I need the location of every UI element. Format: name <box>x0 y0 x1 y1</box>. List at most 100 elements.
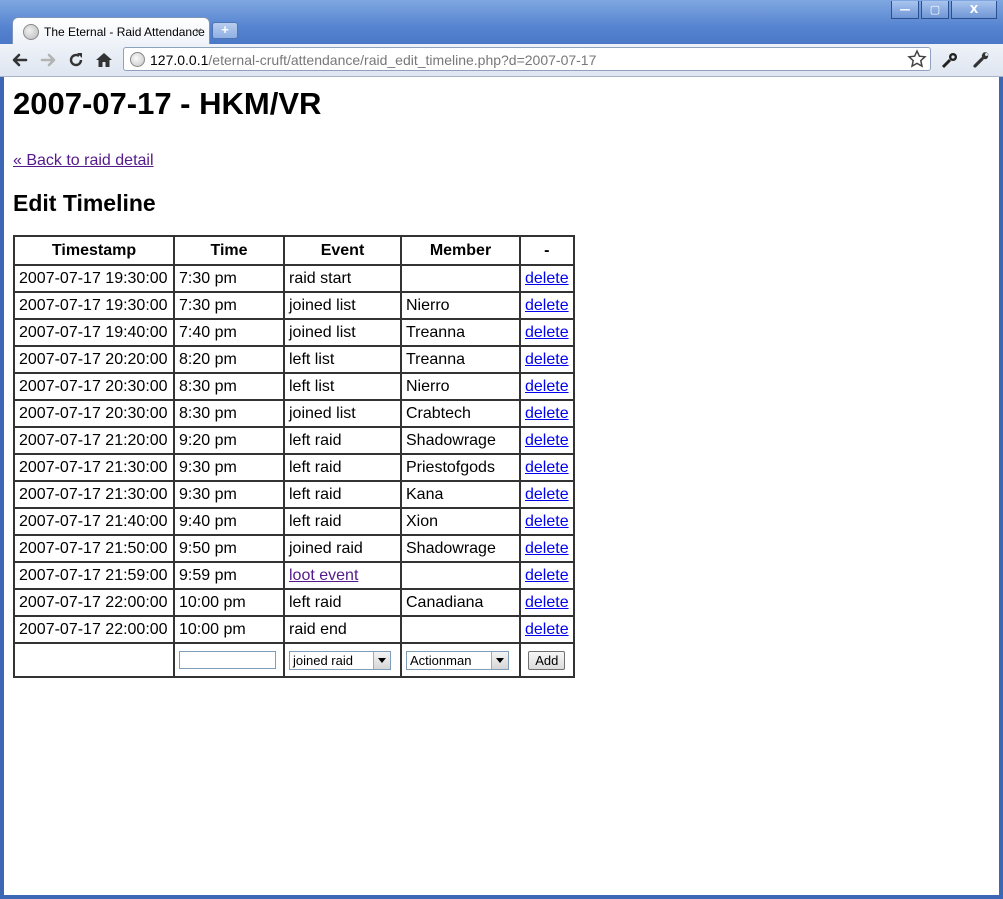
url-host: 127.0.0.1 <box>150 52 209 68</box>
table-row: 2007-07-17 19:30:00 7:30 pm raid start dele… <box>13 264 575 293</box>
cell-timestamp: 2007-07-17 21:40:00 <box>13 507 175 536</box>
address-bar[interactable]: 127.0.0.1/eternal-cruft/attendance/raid_… <box>123 47 931 71</box>
delete-link[interactable]: delete <box>525 432 569 449</box>
wrench-icon[interactable] <box>969 48 993 72</box>
bookmark-star-icon[interactable] <box>907 49 927 74</box>
forward-arrow-icon[interactable] <box>36 48 60 72</box>
cell-action: delete <box>519 264 575 293</box>
cell-time: 9:30 pm <box>173 453 285 482</box>
url-path: /eternal-cruft/attendance/raid_edit_time… <box>208 52 597 68</box>
browser-toolbar: 127.0.0.1/eternal-cruft/attendance/raid_… <box>0 44 1003 77</box>
tab-title: The Eternal - Raid Attendance <box>44 24 205 39</box>
table-row: 2007-07-17 21:40:00 9:40 pm left raid Xion d… <box>13 507 575 536</box>
cell-time: 8:20 pm <box>173 345 285 374</box>
event-select[interactable]: joined raid <box>289 650 391 670</box>
delete-link[interactable]: delete <box>525 513 569 530</box>
cell-event: joined list <box>283 318 402 347</box>
delete-link[interactable]: delete <box>525 405 569 422</box>
cell-timestamp: 2007-07-17 22:00:00 <box>13 588 175 617</box>
page-menu-icon[interactable] <box>938 48 962 72</box>
cell-timestamp: 2007-07-17 22:00:00 <box>13 615 175 644</box>
table-row: 2007-07-17 20:30:00 8:30 pm left list Nierr… <box>13 372 575 401</box>
table-row: 2007-07-17 19:40:00 7:40 pm joined list Tre… <box>13 318 575 347</box>
table-row: 2007-07-17 21:30:00 9:30 pm left raid Kana d… <box>13 480 575 509</box>
cell-member: Crabtech <box>400 399 521 428</box>
delete-link[interactable]: delete <box>525 486 569 503</box>
dropdown-arrow-icon[interactable] <box>491 651 508 669</box>
cell-member <box>400 561 521 590</box>
cell-time: 9:30 pm <box>173 480 285 509</box>
table-row: 2007-07-17 21:30:00 9:30 pm left raid Pries… <box>13 453 575 482</box>
delete-link[interactable]: delete <box>525 540 569 557</box>
cell-member <box>400 264 521 293</box>
member-select[interactable]: Actionman <box>406 650 509 670</box>
new-tab-button[interactable]: + <box>212 22 238 39</box>
cell-time: 9:20 pm <box>173 426 285 455</box>
add-row-empty-cell <box>13 642 175 678</box>
cell-action: delete <box>519 507 575 536</box>
table-row: 2007-07-17 21:50:00 9:50 pm joined raid Sha… <box>13 534 575 563</box>
cell-action: delete <box>519 426 575 455</box>
delete-link[interactable]: delete <box>525 459 569 476</box>
cell-time: 7:30 pm <box>173 291 285 320</box>
time-input[interactable] <box>179 650 276 669</box>
dropdown-arrow-icon[interactable] <box>373 651 390 669</box>
globe-icon <box>130 52 145 67</box>
cell-member: Nierro <box>400 372 521 401</box>
cell-member: Treanna <box>400 318 521 347</box>
page-content: 2007-07-17 - HKM/VR « Back to raid detai… <box>4 77 999 895</box>
delete-link[interactable]: delete <box>525 621 569 638</box>
delete-link[interactable]: delete <box>525 567 569 584</box>
cell-member: Kana <box>400 480 521 509</box>
cell-time: 10:00 pm <box>173 615 285 644</box>
close-window-button[interactable]: X <box>951 1 997 19</box>
cell-event: joined list <box>283 399 402 428</box>
member-select-value: Actionman <box>410 652 472 668</box>
delete-link[interactable]: delete <box>525 324 569 341</box>
cell-time: 10:00 pm <box>173 588 285 617</box>
cell-timestamp: 2007-07-17 20:30:00 <box>13 372 175 401</box>
window-controls: — ▢ X <box>889 1 997 19</box>
add-button[interactable]: Add <box>528 650 566 670</box>
delete-link[interactable]: delete <box>525 594 569 611</box>
delete-link[interactable]: delete <box>525 270 569 287</box>
cell-timestamp: 2007-07-17 19:40:00 <box>13 318 175 347</box>
reload-icon[interactable] <box>64 48 88 72</box>
tab-close-icon[interactable]: × <box>195 24 202 38</box>
cell-time: 9:50 pm <box>173 534 285 563</box>
cell-action: delete <box>519 588 575 617</box>
cell-member: Treanna <box>400 345 521 374</box>
cell-action: delete <box>519 561 575 590</box>
cell-action: delete <box>519 480 575 509</box>
table-row: 2007-07-17 21:59:00 9:59 pm loot event dele… <box>13 561 575 590</box>
delete-link[interactable]: delete <box>525 351 569 368</box>
add-row-member-cell: Actionman <box>400 642 521 678</box>
cell-action: delete <box>519 453 575 482</box>
minimize-button[interactable]: — <box>891 1 919 19</box>
add-row-action-cell: Add <box>519 642 575 678</box>
browser-tab[interactable]: The Eternal - Raid Attendance × <box>12 17 210 45</box>
title-bar: — ▢ X The Eternal - Raid Attendance × + <box>0 0 1003 45</box>
delete-link[interactable]: delete <box>525 378 569 395</box>
cell-time: 8:30 pm <box>173 372 285 401</box>
cell-timestamp: 2007-07-17 21:20:00 <box>13 426 175 455</box>
cell-timestamp: 2007-07-17 21:50:00 <box>13 534 175 563</box>
home-icon[interactable] <box>92 48 116 72</box>
cell-action: delete <box>519 534 575 563</box>
table-row: 2007-07-17 22:00:00 10:00 pm raid end delet… <box>13 615 575 644</box>
column-header-action: - <box>519 235 575 266</box>
cell-timestamp: 2007-07-17 20:20:00 <box>13 345 175 374</box>
maximize-button[interactable]: ▢ <box>921 1 949 19</box>
url-text[interactable]: 127.0.0.1/eternal-cruft/attendance/raid_… <box>150 52 596 68</box>
section-title: Edit Timeline <box>13 190 156 216</box>
back-to-raid-detail-link[interactable]: « Back to raid detail <box>13 152 154 170</box>
column-header-event: Event <box>283 235 402 266</box>
cell-event: left raid <box>283 588 402 617</box>
cell-event: raid end <box>283 615 402 644</box>
cell-timestamp: 2007-07-17 19:30:00 <box>13 291 175 320</box>
event-select-value: joined raid <box>293 652 353 668</box>
delete-link[interactable]: delete <box>525 297 569 314</box>
loot-event-link[interactable]: loot event <box>289 567 358 584</box>
back-arrow-icon[interactable] <box>8 48 32 72</box>
table-row: 2007-07-17 19:30:00 7:30 pm joined list Nie… <box>13 291 575 320</box>
